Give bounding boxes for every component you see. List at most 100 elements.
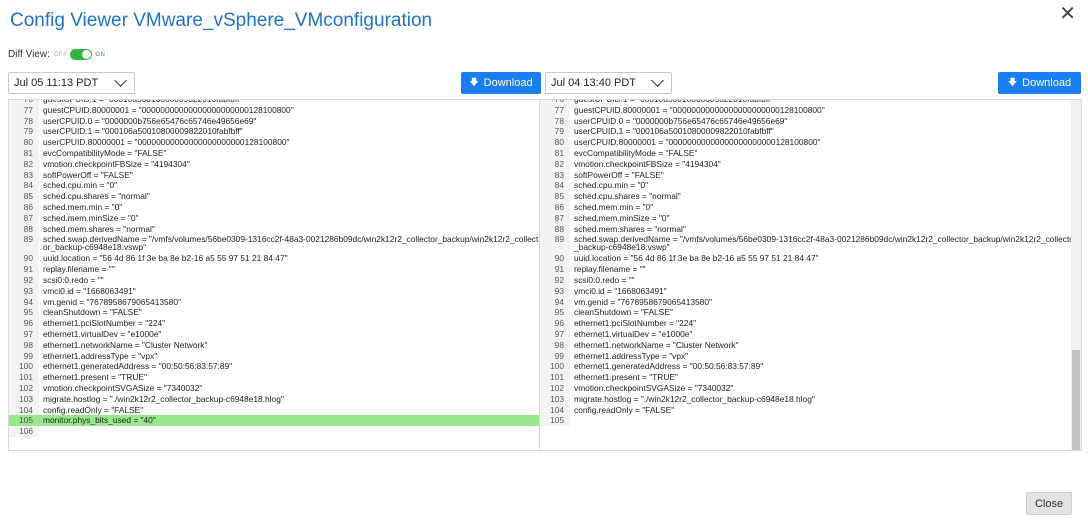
code-line: 98 ethernet1.networkName = "Cluster Netwo… xyxy=(540,339,1081,351)
line-text xyxy=(570,415,1081,426)
code-line: 87 sched.mem.minSize = "0" xyxy=(540,212,1081,224)
line-text: userCPUID.1 = "000106a50010800009822010f… xyxy=(574,126,774,137)
line-number: 77 xyxy=(9,104,39,116)
line-number: 94 xyxy=(540,296,570,308)
line-number: 95 xyxy=(540,307,570,319)
left-version-select[interactable]: Jul 05 11:13 PDT xyxy=(8,72,135,94)
line-number: 104 xyxy=(540,404,570,416)
code-line: 99 ethernet1.addressType = "vpx" xyxy=(540,350,1081,362)
code-line: 98 ethernet1.networkName = "Cluster Netwo… xyxy=(9,339,539,351)
code-line: 91 replay.filename = "" xyxy=(540,264,1081,275)
left-download-label: Download xyxy=(483,77,533,89)
left-download-button[interactable]: 🡇 Download xyxy=(461,72,541,94)
right-version-select[interactable]: Jul 04 13:40 PDT xyxy=(545,72,672,94)
line-text: softPowerOff = "FALSE" xyxy=(574,169,664,180)
line-number: 84 xyxy=(540,180,570,192)
line-number: 78 xyxy=(9,115,39,127)
line-text: vm.genid = "7678958679065413580" xyxy=(574,296,712,307)
line-number: 82 xyxy=(540,158,570,170)
code-line: 86 sched.mem.min = "0" xyxy=(540,201,1081,213)
line-text: monitor.phys_bits_used = "40" xyxy=(39,415,539,427)
chevron-down-icon xyxy=(651,74,664,87)
code-line: 105 monitor.phys_bits_used = "40" xyxy=(9,415,539,427)
code-line: 85 sched.cpu.shares = "normal" xyxy=(9,191,539,202)
right-line-list: 76guestCPUID.1 = "00010a5001080000982201… xyxy=(540,100,1081,427)
line-text: uuid.location = "56 4d 86 1f 3e ba 8e b2… xyxy=(43,253,288,264)
code-line: 94 vm.genid = "7678958679065413580" xyxy=(9,296,539,308)
line-text: ethernet1.pciSlotNumber = "224" xyxy=(43,318,166,329)
code-line: 96 ethernet1.pciSlotNumber = "224" xyxy=(9,318,539,329)
line-text: vmotion.checkpointSVGASize = "7340032" xyxy=(43,382,203,393)
line-number: 93 xyxy=(9,285,39,297)
line-number: 100 xyxy=(540,361,570,373)
line-text: vm.genid = "7678958679065413580" xyxy=(43,296,181,307)
line-text: userCPUID.80000001 = "000000000000000000… xyxy=(574,137,821,148)
line-text: sched.mem.min = "0" xyxy=(43,201,123,212)
line-text: ethernet1.generatedAddress = "00:50:56:8… xyxy=(574,361,764,372)
line-number: 91 xyxy=(9,264,39,275)
line-text: vmci0.id = "1668063491" xyxy=(574,285,667,296)
line-text: ethernet1.present = "TRUE" xyxy=(43,372,147,383)
code-line: 77 guestCPUID.80000001 = "000000000000000… xyxy=(540,104,1081,116)
line-number: 97 xyxy=(9,328,39,340)
line-text: cleanShutdown = "FALSE" xyxy=(43,307,142,318)
download-icon: 🡇 xyxy=(469,77,479,87)
code-line: 90 uuid.location = "56 4d 86 1f 3e ba 8e … xyxy=(540,253,1081,265)
line-number: 81 xyxy=(9,147,39,159)
line-number: 101 xyxy=(9,372,39,383)
code-line: 82 vmotion.checkpointFBSize = "4194304" xyxy=(9,158,539,170)
left-line-list: 76guestCPUID.1 = "00010a5001080000982201… xyxy=(9,100,539,437)
close-icon[interactable]: ✕ xyxy=(1059,4,1076,24)
scrollbar-thumb[interactable] xyxy=(1072,350,1080,450)
line-text: userCPUID.80000001 = "000000000000000000… xyxy=(43,137,290,148)
code-line: 89 sched.swap.derivedName = "/vmfs/volume… xyxy=(540,234,1081,254)
code-line: 84 sched.cpu.min = "0" xyxy=(9,180,539,192)
code-line: 93 vmci0.id = "1668063491" xyxy=(9,285,539,297)
code-line: 104 config.readOnly = "FALSE" xyxy=(9,404,539,416)
line-number: 85 xyxy=(540,191,570,202)
code-line: 96 ethernet1.pciSlotNumber = "224" xyxy=(540,318,1081,329)
code-line: 94 vm.genid = "7678958679065413580" xyxy=(540,296,1081,308)
line-number: 102 xyxy=(540,382,570,394)
line-number: 89 xyxy=(540,234,570,254)
diff-view-toggle[interactable] xyxy=(70,49,93,60)
vertical-scrollbar[interactable] xyxy=(1071,100,1081,450)
code-line: 104 config.readOnly = "FALSE" xyxy=(540,404,1081,416)
line-text: config.readOnly = "FALSE" xyxy=(43,404,144,415)
line-text: sched.cpu.shares = "normal" xyxy=(574,191,681,202)
line-number: 83 xyxy=(540,169,570,181)
line-number: 96 xyxy=(9,318,39,329)
code-line: 79 userCPUID.1 = "000106a5001080000982201… xyxy=(9,126,539,138)
right-config-pane[interactable]: 76guestCPUID.1 = "00010a5001080000982201… xyxy=(540,100,1081,450)
line-text: guestCPUID.80000001 = "00000000000000000… xyxy=(574,104,825,115)
code-line: 81 evcCompatibilityMode = "FALSE" xyxy=(9,147,539,159)
right-download-label: Download xyxy=(1022,77,1072,89)
line-number: 88 xyxy=(9,223,39,235)
code-line: 92 scsi0:0.redo = "" xyxy=(540,274,1081,286)
line-number: 88 xyxy=(540,223,570,235)
line-number: 86 xyxy=(9,201,39,213)
line-text: sched.mem.minSize = "0" xyxy=(43,212,139,223)
diff-view-control: Diff View: OFF ON xyxy=(8,49,105,60)
line-number: 95 xyxy=(9,307,39,319)
code-line: 87 sched.mem.minSize = "0" xyxy=(9,212,539,224)
close-button[interactable]: Close xyxy=(1026,492,1072,515)
line-number: 84 xyxy=(9,180,39,192)
line-text: sched.swap.derivedName = "/vmfs/volumes/… xyxy=(43,234,539,253)
right-download-button[interactable]: 🡇 Download xyxy=(998,72,1081,94)
right-version-value: Jul 04 13:40 PDT xyxy=(551,77,636,89)
code-line: 102 vmotion.checkpointSVGASize = "7340032… xyxy=(9,382,539,394)
line-number: 85 xyxy=(9,191,39,202)
line-number: 79 xyxy=(540,126,570,138)
line-text: guestCPUID.80000001 = "00000000000000000… xyxy=(43,104,294,115)
code-line: 101 ethernet1.present = "TRUE" xyxy=(540,372,1081,383)
line-number: 90 xyxy=(9,253,39,265)
left-config-pane[interactable]: 76guestCPUID.1 = "00010a5001080000982201… xyxy=(9,100,540,450)
code-line: 103 migrate.hostlog = "./win2k12r2_collec… xyxy=(9,393,539,405)
toggle-knob xyxy=(82,50,92,59)
line-number: 83 xyxy=(9,169,39,181)
line-text xyxy=(39,426,539,437)
code-line: 103 migrate.hostlog = "./win2k12r2_collec… xyxy=(540,393,1081,405)
code-line: 99 ethernet1.addressType = "vpx" xyxy=(9,350,539,362)
line-text: ethernet1.addressType = "vpx" xyxy=(574,350,689,361)
